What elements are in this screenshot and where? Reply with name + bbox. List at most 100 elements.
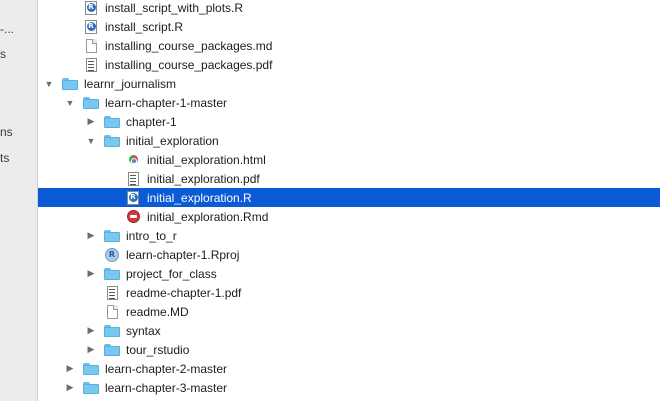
folder-row[interactable]: initial_exploration xyxy=(38,131,660,150)
disclosure-collapsed-icon[interactable] xyxy=(86,345,96,355)
folder-icon xyxy=(83,361,99,377)
item-name: initial_exploration.pdf xyxy=(147,171,260,186)
html-icon-glyph xyxy=(128,155,138,164)
item-name: intro_to_r xyxy=(126,228,177,243)
folder-icon xyxy=(104,228,120,244)
sidebar-item[interactable]: s xyxy=(0,47,6,61)
rproj-icon-glyph xyxy=(105,247,119,262)
item-name: learn-chapter-3-master xyxy=(105,380,228,395)
item-name: installing_course_packages.pdf xyxy=(105,57,273,72)
disclosure-collapsed-icon[interactable] xyxy=(86,326,96,336)
folder-icon xyxy=(104,342,120,358)
r-script-icon xyxy=(83,19,99,35)
rproj-icon xyxy=(104,247,120,263)
pdf-icon-glyph xyxy=(106,285,118,300)
folder-row[interactable]: syntax xyxy=(38,321,660,340)
folder-icon xyxy=(62,76,78,92)
file-row[interactable]: learn-chapter-1.Rproj xyxy=(38,245,660,264)
file-row[interactable]: initial_exploration.pdf xyxy=(38,169,660,188)
sidebar-item[interactable]: ts xyxy=(0,151,9,165)
folder-icon-glyph xyxy=(104,343,120,356)
item-name: install_script.R xyxy=(105,19,184,34)
folder-icon-glyph xyxy=(104,324,120,337)
folder-row[interactable]: learn-chapter-1-master xyxy=(38,93,660,112)
disclosure-collapsed-icon[interactable] xyxy=(86,269,96,279)
document-icon xyxy=(104,304,120,320)
sidebar-item[interactable]: -... xyxy=(0,22,14,36)
r-script-icon-glyph xyxy=(85,19,97,34)
pdf-icon-glyph xyxy=(127,171,139,186)
disclosure-collapsed-icon[interactable] xyxy=(86,117,96,127)
html-icon xyxy=(125,152,141,168)
file-row[interactable]: installing_course_packages.md xyxy=(38,36,660,55)
folder-icon-glyph xyxy=(62,77,78,90)
item-name: tour_rstudio xyxy=(126,342,190,357)
folder-row[interactable]: learnr_journalism xyxy=(38,74,660,93)
item-name: learn-chapter-1-master xyxy=(105,95,228,110)
folder-row[interactable]: intro_to_r xyxy=(38,226,660,245)
item-name: learnr_journalism xyxy=(84,76,177,91)
folder-icon xyxy=(83,380,99,396)
item-name: initial_exploration xyxy=(126,133,219,148)
file-row[interactable]: readme-chapter-1.pdf xyxy=(38,283,660,302)
item-name: syntax xyxy=(126,323,161,338)
folder-row[interactable]: learn-chapter-2-master xyxy=(38,359,660,378)
folder-icon-glyph xyxy=(83,362,99,375)
rmd-icon-glyph xyxy=(126,210,140,223)
folder-icon-glyph xyxy=(83,381,99,394)
file-row[interactable]: install_script.R xyxy=(38,17,660,36)
file-row[interactable]: initial_exploration.Rmd xyxy=(38,207,660,226)
pdf-icon-glyph xyxy=(85,57,97,72)
folder-row[interactable]: project_for_class xyxy=(38,264,660,283)
sidebar-item[interactable]: ns xyxy=(0,125,13,139)
folder-icon-glyph xyxy=(104,267,120,280)
folder-icon-glyph xyxy=(104,134,120,147)
pdf-icon xyxy=(125,171,141,187)
disclosure-collapsed-icon[interactable] xyxy=(65,364,75,374)
disclosure-expanded-icon[interactable] xyxy=(86,136,96,146)
r-script-icon-glyph xyxy=(127,190,139,205)
disclosure-expanded-icon[interactable] xyxy=(44,79,54,89)
folder-row[interactable]: tour_rstudio xyxy=(38,340,660,359)
pdf-icon xyxy=(83,57,99,73)
file-list: install_script_with_plots.R install_scrip… xyxy=(38,0,660,401)
disclosure-collapsed-icon[interactable] xyxy=(65,383,75,393)
file-row[interactable]: installing_course_packages.pdf xyxy=(38,55,660,74)
folder-icon xyxy=(104,114,120,130)
file-row[interactable]: install_script_with_plots.R xyxy=(38,0,660,17)
folder-row[interactable]: learn-chapter-3-master xyxy=(38,378,660,397)
item-name: initial_exploration.R xyxy=(147,190,252,205)
item-name: learn-chapter-2-master xyxy=(105,361,228,376)
sidebar: -... s ns ts xyxy=(0,0,38,401)
item-name: initial_exploration.html xyxy=(147,152,266,167)
item-name: learn-chapter-1.Rproj xyxy=(126,247,240,262)
r-script-icon-glyph xyxy=(85,0,97,15)
document-icon-glyph xyxy=(85,38,97,53)
pdf-icon xyxy=(104,285,120,301)
disclosure-expanded-icon[interactable] xyxy=(65,98,75,108)
item-name: initial_exploration.Rmd xyxy=(147,209,269,224)
folder-icon-glyph xyxy=(83,96,99,109)
file-row[interactable]: initial_exploration.html xyxy=(38,150,660,169)
item-name: installing_course_packages.md xyxy=(105,38,273,53)
rmd-icon xyxy=(125,209,141,225)
folder-row[interactable]: chapter-1 xyxy=(38,112,660,131)
item-name: chapter-1 xyxy=(126,114,177,129)
item-name: readme-chapter-1.pdf xyxy=(126,285,242,300)
folder-icon xyxy=(104,323,120,339)
disclosure-collapsed-icon[interactable] xyxy=(86,231,96,241)
folder-icon xyxy=(104,133,120,149)
r-script-icon xyxy=(125,190,141,206)
r-script-icon xyxy=(83,0,99,16)
item-name: install_script_with_plots.R xyxy=(105,0,244,15)
file-row[interactable]: readme.MD xyxy=(38,302,660,321)
file-row[interactable]: initial_exploration.R xyxy=(38,188,660,207)
document-icon xyxy=(83,38,99,54)
folder-icon xyxy=(104,266,120,282)
folder-icon xyxy=(83,95,99,111)
item-name: readme.MD xyxy=(126,304,189,319)
folder-icon-glyph xyxy=(104,115,120,128)
folder-icon-glyph xyxy=(104,229,120,242)
document-icon-glyph xyxy=(106,304,118,319)
item-name: project_for_class xyxy=(126,266,217,281)
